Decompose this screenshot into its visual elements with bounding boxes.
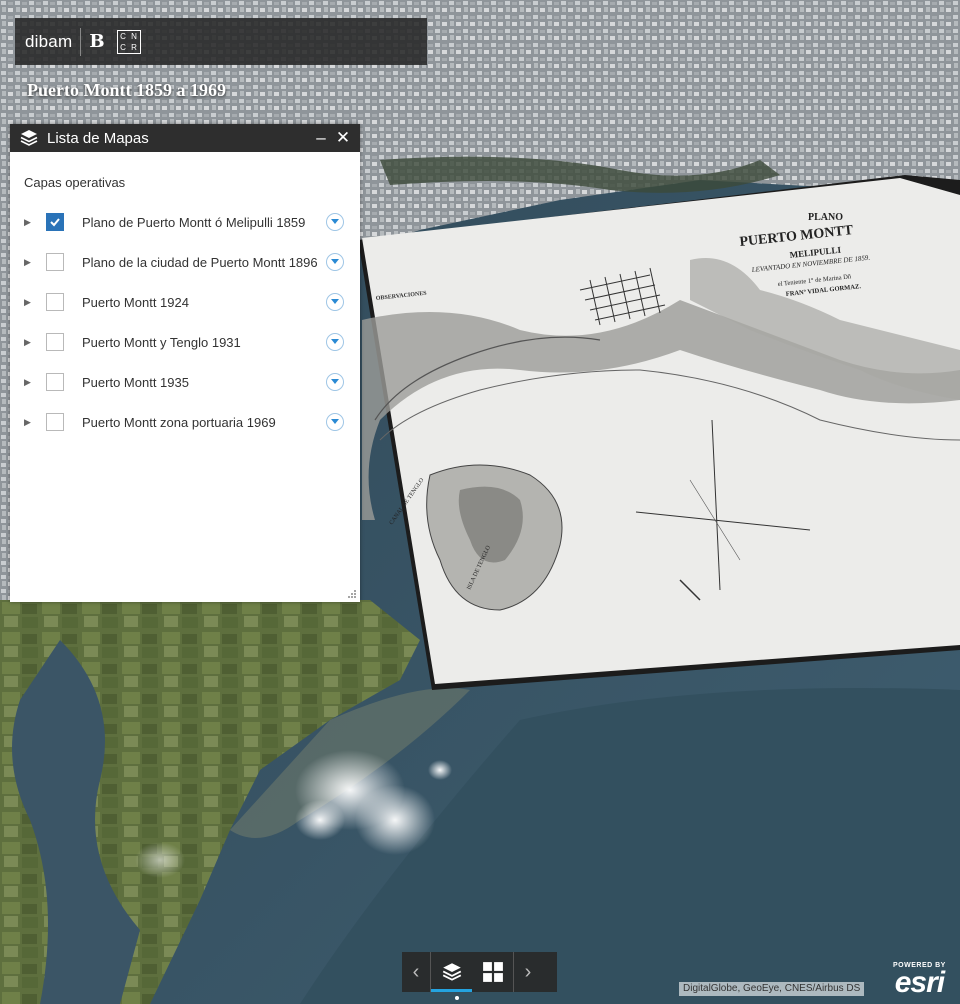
chevron-down-icon xyxy=(331,419,339,424)
layer-menu-button[interactable] xyxy=(326,293,344,311)
next-button[interactable]: › xyxy=(514,952,542,992)
app-title: Puerto Montt 1859 a 1969 xyxy=(27,80,226,100)
expand-arrow-icon[interactable]: ▶ xyxy=(24,217,38,228)
cncr-letter: N xyxy=(131,31,137,41)
basemap-gallery-widget-button[interactable] xyxy=(472,952,513,992)
panel-header[interactable]: Lista de Mapas – ✕ xyxy=(10,124,360,152)
layer-menu-button[interactable] xyxy=(326,373,344,391)
layer-menu-button[interactable] xyxy=(326,213,344,231)
expand-arrow-icon[interactable]: ▶ xyxy=(24,297,38,308)
panel-title: Lista de Mapas xyxy=(47,129,149,147)
layer-row[interactable]: ▶ Puerto Montt 1924 xyxy=(24,282,346,322)
chevron-down-icon xyxy=(331,259,339,264)
layer-label: Puerto Montt 1935 xyxy=(82,374,189,390)
layer-row[interactable]: ▶ Puerto Montt zona portuaria 1969 xyxy=(24,402,346,442)
chevron-down-icon xyxy=(331,299,339,304)
chevron-down-icon xyxy=(331,379,339,384)
layer-label: Puerto Montt zona portuaria 1969 xyxy=(82,414,276,430)
cncr-letter: C xyxy=(120,42,126,52)
layer-checkbox[interactable] xyxy=(46,213,64,231)
resize-grip-icon[interactable] xyxy=(347,589,357,599)
layer-label: Plano de Puerto Montt ó Melipulli 1859 xyxy=(82,214,306,230)
layer-row[interactable]: ▶ Puerto Montt y Tenglo 1931 xyxy=(24,322,346,362)
layer-row[interactable]: ▶ Plano de Puerto Montt ó Melipulli 1859 xyxy=(24,202,346,242)
brand-logo-text: dibam xyxy=(25,31,73,51)
layer-checkbox[interactable] xyxy=(46,413,64,431)
layer-menu-button[interactable] xyxy=(326,253,344,271)
header-bar: dibam B C N C R xyxy=(15,18,427,65)
chevron-down-icon xyxy=(331,339,339,344)
esri-logo-word: esri xyxy=(894,966,945,999)
close-button[interactable]: ✕ xyxy=(332,128,354,148)
cncr-letter: C xyxy=(120,31,126,41)
previous-button[interactable]: ‹ xyxy=(402,952,430,992)
minimize-button[interactable]: – xyxy=(310,128,332,148)
panel-body: Capas operativas ▶ Plano de Puerto Montt … xyxy=(10,175,360,442)
layer-label: Puerto Montt y Tenglo 1931 xyxy=(82,334,241,350)
layers-icon xyxy=(20,130,38,146)
expand-arrow-icon[interactable]: ▶ xyxy=(24,257,38,268)
esri-logo[interactable]: POWERED BY esri xyxy=(893,962,946,999)
layer-row[interactable]: ▶ Plano de la ciudad de Puerto Montt 1896 xyxy=(24,242,346,282)
layer-menu-button[interactable] xyxy=(326,333,344,351)
layer-list-panel: Lista de Mapas – ✕ Capas operativas ▶ Pla… xyxy=(10,124,360,602)
layer-list-widget-button[interactable] xyxy=(431,952,472,992)
cncr-logo: C N C R xyxy=(116,29,141,54)
expand-arrow-icon[interactable]: ▶ xyxy=(24,337,38,348)
expand-arrow-icon[interactable]: ▶ xyxy=(24,377,38,388)
layers-icon xyxy=(442,963,461,981)
layer-row[interactable]: ▶ Puerto Montt 1935 xyxy=(24,362,346,402)
layer-list: ▶ Plano de Puerto Montt ó Melipulli 1859 ▶… xyxy=(24,202,346,442)
layer-checkbox[interactable] xyxy=(46,253,64,271)
layer-label: Puerto Montt 1924 xyxy=(82,294,189,310)
layer-checkbox[interactable] xyxy=(46,373,64,391)
bn-monogram-logo: B xyxy=(89,31,105,52)
layer-menu-button[interactable] xyxy=(326,413,344,431)
brand-divider xyxy=(80,27,82,56)
cncr-letter: R xyxy=(131,42,137,52)
checkmark-icon xyxy=(50,218,60,227)
widget-controller: ‹ › xyxy=(402,952,557,992)
page-indicator-dot xyxy=(455,996,459,1000)
section-label: Capas operativas xyxy=(24,175,126,190)
map-attribution: DigitalGlobe, GeoEye, CNES/Airbus DS xyxy=(679,982,865,996)
expand-arrow-icon[interactable]: ▶ xyxy=(24,417,38,428)
historic-map-title-1: PLANO xyxy=(808,212,843,223)
chevron-down-icon xyxy=(331,219,339,224)
layer-checkbox[interactable] xyxy=(46,293,64,311)
grid-icon xyxy=(482,962,503,982)
layer-checkbox[interactable] xyxy=(46,333,64,351)
layer-label: Plano de la ciudad de Puerto Montt 1896 xyxy=(82,254,318,270)
